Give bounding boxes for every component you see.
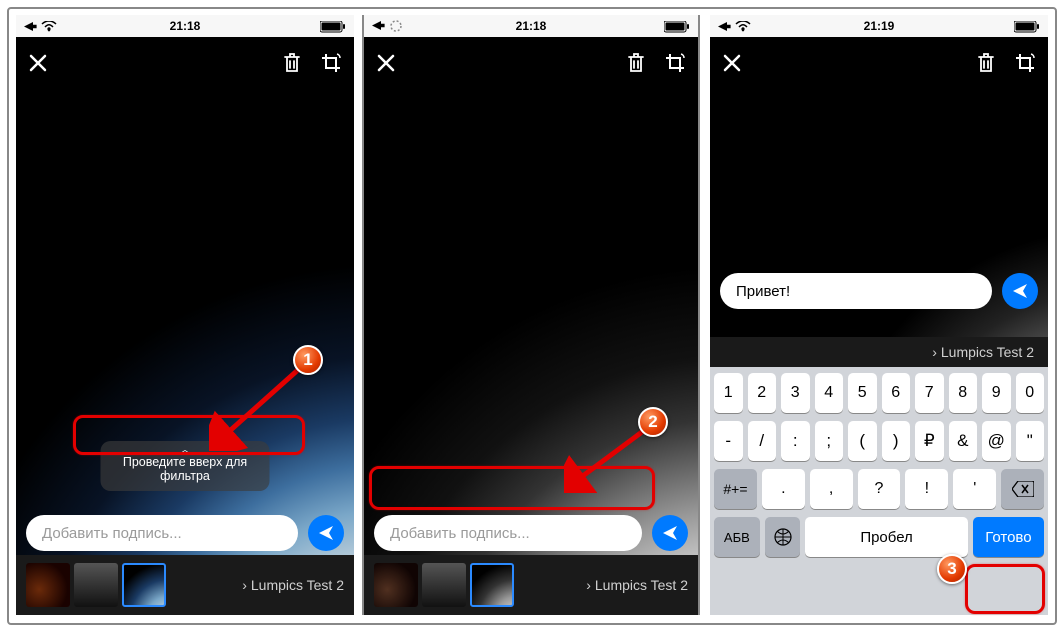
- key-slash[interactable]: /: [748, 421, 777, 461]
- close-icon[interactable]: [28, 53, 48, 78]
- caption-input[interactable]: Привет!: [720, 273, 992, 309]
- caption-input[interactable]: Добавить подпись...: [26, 515, 298, 551]
- caption-placeholder: Добавить подпись...: [390, 525, 530, 542]
- photo-thumbnail[interactable]: [374, 563, 418, 607]
- keyboard-row-1: 1 2 3 4 5 6 7 8 9 0: [714, 373, 1044, 413]
- status-time: 21:18: [170, 19, 201, 33]
- chevron-up-icon: ︿: [115, 447, 256, 455]
- key-9[interactable]: 9: [982, 373, 1011, 413]
- photo-preview-area[interactable]: [364, 37, 698, 555]
- globe-icon: [773, 527, 793, 547]
- send-button[interactable]: [308, 515, 344, 551]
- close-icon[interactable]: [376, 53, 396, 78]
- recipient-name: Lumpics Test 2: [941, 344, 1034, 360]
- key-5[interactable]: 5: [848, 373, 877, 413]
- step-badge-2: 2: [638, 407, 668, 437]
- crop-rotate-icon[interactable]: [320, 52, 342, 79]
- recipient-name: Lumpics Test 2: [595, 577, 688, 593]
- caption-placeholder: Добавить подпись...: [42, 525, 182, 542]
- key-4[interactable]: 4: [815, 373, 844, 413]
- photo-thumbnail-selected[interactable]: [122, 563, 166, 607]
- key-2[interactable]: 2: [748, 373, 777, 413]
- key-3[interactable]: 3: [781, 373, 810, 413]
- selected-photos-strip: › Lumpics Test 2: [16, 555, 354, 615]
- key-6[interactable]: 6: [882, 373, 911, 413]
- phone-screenshot-1: 21:18 ︿ Проведите вверх для фи: [16, 15, 354, 615]
- recipient-strip: › Lumpics Test 2: [710, 337, 1048, 367]
- key-backspace[interactable]: [1001, 469, 1044, 509]
- key-done[interactable]: Готово: [973, 517, 1044, 557]
- status-bar: 21:18: [16, 15, 354, 37]
- key-period[interactable]: .: [762, 469, 805, 509]
- phone-screenshot-2: 21:18 Добавить подпись...: [362, 15, 700, 615]
- status-time: 21:18: [516, 19, 547, 33]
- crop-rotate-icon[interactable]: [1014, 52, 1036, 79]
- recipient-chip[interactable]: › Lumpics Test 2: [586, 577, 688, 593]
- key-amp[interactable]: &: [949, 421, 978, 461]
- step-badge-1: 1: [293, 345, 323, 375]
- key-paren-close[interactable]: ): [882, 421, 911, 461]
- close-icon[interactable]: [722, 53, 742, 78]
- battery-icon: [1014, 19, 1040, 33]
- key-7[interactable]: 7: [915, 373, 944, 413]
- key-comma[interactable]: ,: [810, 469, 853, 509]
- battery-icon: [320, 19, 346, 33]
- key-symbols-toggle[interactable]: #+=: [714, 469, 757, 509]
- key-question[interactable]: ?: [858, 469, 901, 509]
- send-button[interactable]: [1002, 273, 1038, 309]
- chevron-right-icon: ›: [242, 577, 247, 593]
- recipient-chip[interactable]: › Lumpics Test 2: [932, 344, 1034, 360]
- backspace-icon: [1012, 481, 1034, 497]
- chevron-right-icon: ›: [932, 344, 937, 360]
- trash-icon[interactable]: [626, 52, 646, 79]
- status-left-icons: [24, 19, 57, 33]
- filter-hint-text: Проведите вверх для фильтра: [123, 455, 247, 483]
- status-left-icons: [718, 19, 751, 33]
- status-left-icons: [372, 19, 403, 34]
- key-dash[interactable]: -: [714, 421, 743, 461]
- keyboard-row-4: АБВ Пробел Готово: [714, 517, 1044, 557]
- key-ruble[interactable]: ₽: [915, 421, 944, 461]
- photo-thumbnail-selected[interactable]: [470, 563, 514, 607]
- ios-keyboard: 1 2 3 4 5 6 7 8 9 0 - / : ; ( ) ₽ & @: [710, 367, 1048, 615]
- key-paren-open[interactable]: (: [848, 421, 877, 461]
- caption-input[interactable]: Добавить подпись...: [374, 515, 642, 551]
- photo-thumbnail[interactable]: [422, 563, 466, 607]
- swipe-up-filter-hint: ︿ Проведите вверх для фильтра: [101, 441, 270, 491]
- photo-thumbnail[interactable]: [74, 563, 118, 607]
- keyboard-row-3: #+= . , ? ! ': [714, 469, 1044, 509]
- key-abc-toggle[interactable]: АБВ: [714, 517, 760, 557]
- key-0[interactable]: 0: [1016, 373, 1045, 413]
- phone-screenshot-3: 21:19 Привет!: [710, 15, 1048, 615]
- key-apostrophe[interactable]: ': [953, 469, 996, 509]
- key-at[interactable]: @: [982, 421, 1011, 461]
- step-badge-3: 3: [937, 554, 967, 584]
- key-globe[interactable]: [765, 517, 801, 557]
- battery-icon: [664, 19, 690, 33]
- key-8[interactable]: 8: [949, 373, 978, 413]
- recipient-name: Lumpics Test 2: [251, 577, 344, 593]
- photo-thumbnail[interactable]: [26, 563, 70, 607]
- key-exclaim[interactable]: !: [905, 469, 948, 509]
- key-1[interactable]: 1: [714, 373, 743, 413]
- key-semicolon[interactable]: ;: [815, 421, 844, 461]
- status-time: 21:19: [864, 19, 895, 33]
- key-quote[interactable]: ": [1016, 421, 1045, 461]
- caption-value: Привет!: [736, 283, 790, 300]
- status-bar: 21:19: [710, 15, 1048, 37]
- send-button[interactable]: [652, 515, 688, 551]
- key-space[interactable]: Пробел: [805, 517, 968, 557]
- trash-icon[interactable]: [976, 52, 996, 79]
- key-colon[interactable]: :: [781, 421, 810, 461]
- crop-rotate-icon[interactable]: [664, 52, 686, 79]
- trash-icon[interactable]: [282, 52, 302, 79]
- selected-photos-strip: › Lumpics Test 2: [364, 555, 698, 615]
- status-bar: 21:18: [364, 15, 698, 37]
- recipient-chip[interactable]: › Lumpics Test 2: [242, 577, 344, 593]
- chevron-right-icon: ›: [586, 577, 591, 593]
- keyboard-row-2: - / : ; ( ) ₽ & @ ": [714, 421, 1044, 461]
